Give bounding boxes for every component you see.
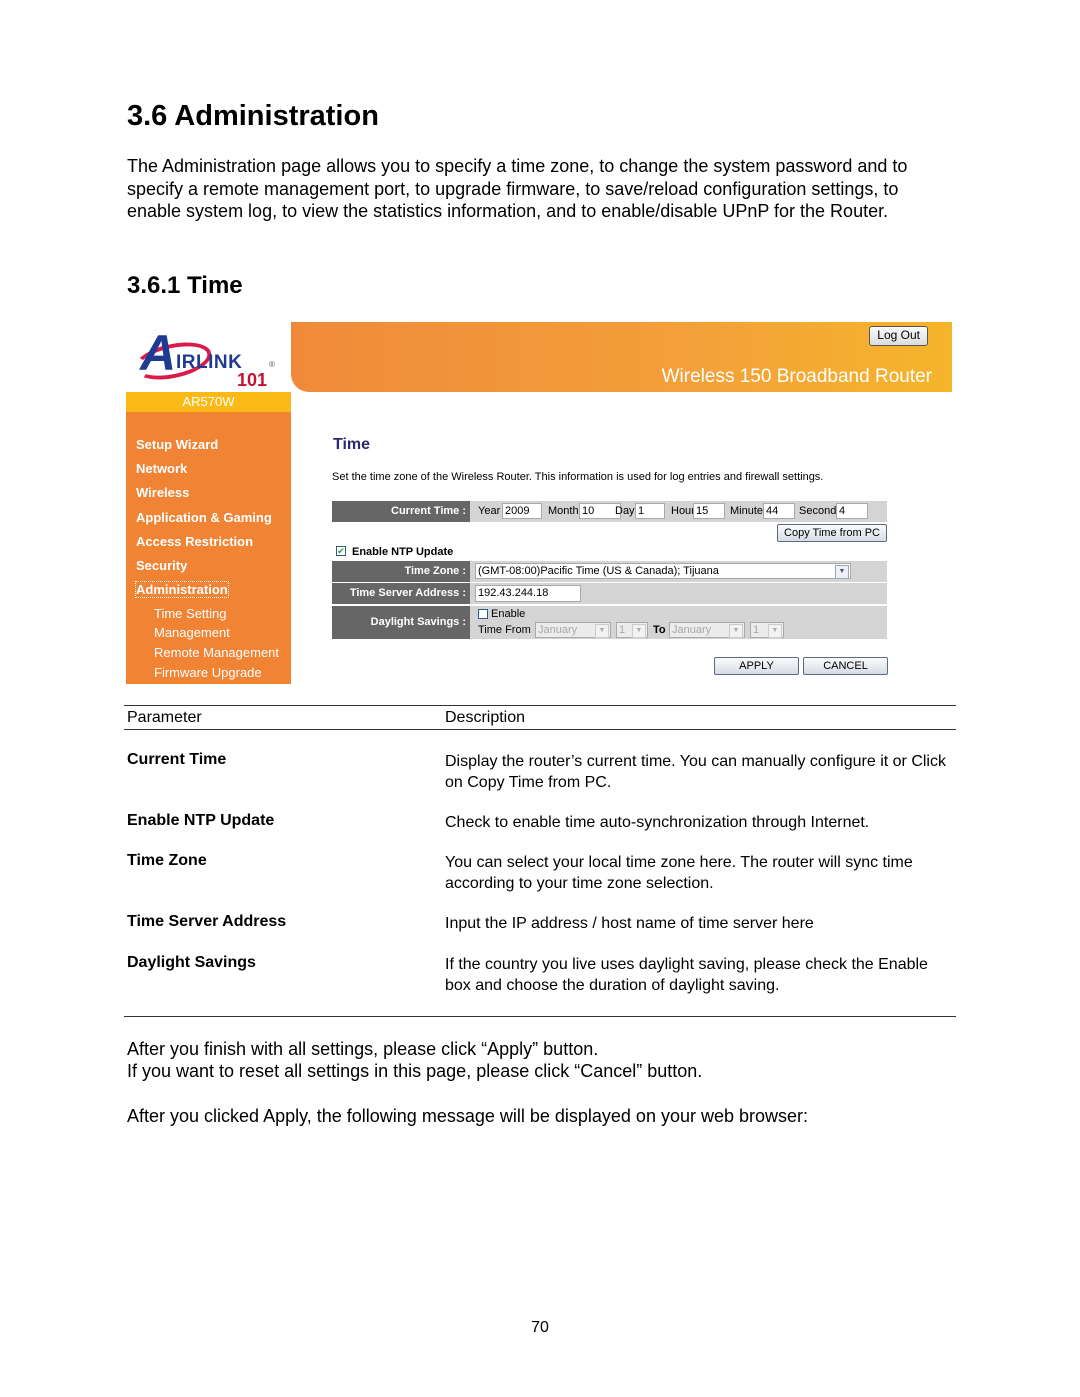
time-server-label: Time Server Address : [332,583,470,604]
hour-label: Hour [671,505,695,517]
current-time-row: Current Time : Year 2009 Month 10 Day 1 … [332,501,887,522]
after-text-apply: After you finish with all settings, plea… [127,1039,599,1059]
param-name: Time Zone [127,852,207,869]
sidebar-item-application-gaming[interactable]: Application & Gaming [136,510,272,525]
sidebar-item-administration[interactable]: Administration [135,581,229,598]
sidebar-nav: Setup Wizard Network Wireless Applicatio… [126,412,291,684]
sidebar-item-wireless[interactable]: Wireless [136,485,189,500]
airlink-logo: A IRLINK 101 ® [126,322,291,392]
day-label: Day [615,505,635,517]
cancel-button[interactable]: CANCEL [803,657,888,675]
sidebar-item-network[interactable]: Network [136,461,187,476]
subsection-title: 3.6.1 Time [127,272,243,299]
param-name: Enable NTP Update [127,812,275,829]
logo-number: 101 [237,370,268,390]
chevron-down-icon: ▼ [768,624,782,638]
enable-ntp-checkbox[interactable]: ✔ [336,546,346,556]
section-title: 3.6 Administration [127,100,379,132]
param-description: If the country you live uses daylight sa… [445,956,928,994]
sidebar-item-access-restriction[interactable]: Access Restriction [136,534,253,549]
hour-input[interactable]: 15 [693,503,725,519]
table-header-rule [124,729,956,730]
router-screenshot: A IRLINK 101 ® AR570W Log Out Wireless 1… [126,322,952,684]
copy-time-from-pc-button[interactable]: Copy Time from PC [777,524,887,542]
time-zone-row: Time Zone : (GMT-08:00)Pacific Time (US … [332,561,887,582]
param-name: Current Time [127,751,227,768]
param-name: Daylight Savings [127,954,256,971]
chevron-down-icon: ▼ [632,624,646,638]
table-bottom-rule [124,1016,956,1017]
sidebar-subitem-management[interactable]: Management [154,625,230,640]
param-description: Display the router’s current time. You c… [445,753,946,791]
from-day-value: 1 [619,624,626,636]
header-parameter: Parameter [127,709,202,726]
time-zone-value: (GMT-08:00)Pacific Time (US & Canada); T… [478,565,719,577]
sidebar-subitem-firmware-upgrade[interactable]: Firmware Upgrade [154,665,262,680]
minute-input[interactable]: 44 [763,503,795,519]
time-server-input[interactable]: 192.43.244.18 [475,585,581,602]
to-day-select[interactable]: 1 ▼ [750,622,784,638]
table-top-rule [124,705,956,706]
month-label: Month [548,505,579,517]
page-number: 70 [531,1319,549,1336]
intro-paragraph: The Administration page allows you to sp… [127,156,908,221]
daylight-enable-checkbox[interactable] [478,609,488,619]
minute-label: Minute [730,505,764,517]
daylight-savings-row: Daylight Savings : Enable Time From Janu… [332,606,887,639]
logo-text: IRLINK [176,352,243,373]
param-name: Time Server Address [127,913,287,930]
registered-icon: ® [269,360,275,369]
to-month-value: January [672,624,712,636]
content-description: Set the time zone of the Wireless Router… [332,471,824,483]
header-banner: Log Out Wireless 150 Broadband Router [291,322,952,392]
from-month-value: January [538,624,578,636]
enable-ntp-label: Enable NTP Update [352,546,454,558]
daylight-enable-label: Enable [491,608,526,620]
time-zone-select[interactable]: (GMT-08:00)Pacific Time (US & Canada); T… [475,563,851,579]
content-title: Time [333,436,371,453]
to-label: To [653,624,666,636]
to-day-value: 1 [753,624,760,636]
sidebar-item-security[interactable]: Security [136,558,187,573]
param-description: Input the IP address / host name of time… [445,915,814,932]
apply-button[interactable]: APPLY [714,657,799,675]
chevron-down-icon: ▼ [729,624,743,638]
header-description: Description [445,709,526,726]
year-input[interactable]: 2009 [502,503,542,519]
year-label: Year [478,505,501,517]
second-input[interactable]: 4 [836,503,868,519]
chevron-down-icon: ▼ [595,624,609,638]
from-month-select[interactable]: January ▼ [535,622,611,638]
day-input[interactable]: 1 [635,503,665,519]
from-day-select[interactable]: 1 ▼ [616,622,648,638]
after-text-message: After you clicked Apply, the following m… [127,1106,809,1126]
product-title: Wireless 150 Broadband Router [661,366,932,387]
time-zone-label: Time Zone : [332,561,470,582]
sidebar-item-setup-wizard[interactable]: Setup Wizard [136,437,218,452]
to-month-select[interactable]: January ▼ [669,622,745,638]
time-server-row: Time Server Address : 192.43.244.18 [332,583,887,604]
chevron-down-icon: ▼ [835,565,849,579]
time-from-label: Time From [478,624,531,636]
second-label: Second [799,505,837,517]
after-text-cancel: If you want to reset all settings in thi… [127,1061,703,1081]
current-time-label: Current Time : [332,501,470,522]
logo-a-glyph: A [140,325,177,381]
param-description: You can select your local time zone here… [445,854,913,892]
sidebar-subitem-time-setting[interactable]: Time Setting [154,606,227,621]
logout-button[interactable]: Log Out [869,326,928,346]
model-label: AR570W [126,392,291,412]
sidebar-subitem-remote-management[interactable]: Remote Management [154,645,279,660]
param-description: Check to enable time auto-synchronizatio… [445,814,870,831]
daylight-savings-label: Daylight Savings : [332,606,470,639]
